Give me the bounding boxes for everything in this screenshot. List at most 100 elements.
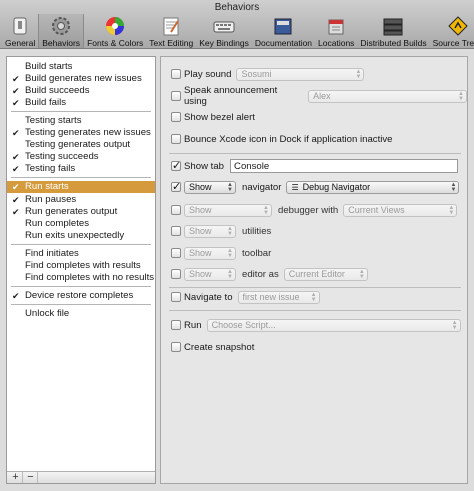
separator: [11, 304, 151, 305]
utilities-checkbox[interactable]: [171, 226, 181, 236]
utilities-show-popup[interactable]: Show ▲ ▼: [184, 224, 236, 238]
navigator-checkbox[interactable]: [171, 180, 181, 193]
tab-text-editing[interactable]: Text Editing: [146, 14, 196, 48]
list-item-unlock-file[interactable]: Unlock file: [7, 308, 155, 320]
remove-button[interactable]: −: [24, 472, 38, 483]
tab-documentation[interactable]: Documentation: [252, 14, 315, 48]
list-item-build-fails[interactable]: ✔ Build fails: [7, 97, 155, 109]
list-item-build-starts[interactable]: Build starts: [7, 61, 155, 73]
list-item-label: Device restore completes: [25, 290, 134, 301]
navigate-to-label: Navigate to: [184, 291, 233, 303]
play-sound-checkbox[interactable]: [171, 69, 181, 79]
debugger-checkbox[interactable]: [171, 205, 181, 215]
editor-popup[interactable]: Current Editor ▲ ▼: [283, 267, 368, 281]
list-item-testing-generates-output[interactable]: Testing generates output: [7, 139, 155, 151]
gear-icon: [50, 15, 72, 37]
debugger-row: Show ▲ ▼ debugger with Current Views ▲ ▼: [171, 203, 458, 217]
tab-name-value: Console: [234, 160, 270, 172]
voice-popup-value: Alex: [313, 91, 331, 101]
navigate-to-value: first new issue: [242, 292, 300, 302]
list-item-testing-fails[interactable]: ✔ Testing fails: [7, 163, 155, 175]
run-script-checkbox[interactable]: [171, 320, 181, 330]
list-item-find-completes-with-results[interactable]: Find completes with results: [7, 260, 155, 272]
tab-source-trees[interactable]: Source Trees: [430, 14, 474, 48]
navigate-to-checkbox[interactable]: [171, 292, 181, 302]
create-snapshot-label: Create snapshot: [184, 341, 255, 353]
popup-arrows-icon: ▲ ▼: [227, 225, 233, 237]
popup-arrows-icon: ▲ ▼: [355, 68, 362, 80]
list-item-device-restore-completes[interactable]: ✔ Device restore completes: [7, 290, 155, 302]
popup-arrows-icon: ▲ ▼: [227, 247, 233, 259]
list-item-build-succeeds[interactable]: ✔ Build succeeds: [7, 85, 155, 97]
checkmark-icon: ✔: [12, 291, 20, 301]
voice-popup[interactable]: Alex ▲ ▼: [308, 89, 467, 103]
list-item-testing-starts[interactable]: Testing starts: [7, 115, 155, 127]
bounce-icon-row: Bounce Xcode icon in Dock if application…: [171, 132, 393, 146]
editor-show-popup[interactable]: Show ▲ ▼: [184, 267, 236, 281]
create-snapshot-checkbox[interactable]: [171, 342, 181, 352]
show-tab-label: Show tab: [184, 160, 225, 172]
tab-key-bindings-label: Key Bindings: [199, 38, 249, 48]
editor-checkbox[interactable]: [171, 269, 181, 279]
list-item-run-completes[interactable]: Run completes: [7, 218, 155, 230]
separator: [11, 177, 151, 178]
debugger-views-popup[interactable]: Current Views ▲ ▼: [343, 203, 458, 217]
editor-row: Show ▲ ▼ editor as Current Editor ▲ ▼: [171, 267, 368, 281]
switch-icon: [9, 15, 31, 37]
checkmark-icon: ✔: [12, 207, 20, 217]
list-item-run-exits-unexpectedly[interactable]: Run exits unexpectedly: [7, 230, 155, 242]
navigator-label: navigator: [242, 181, 282, 193]
list-item-label: Find completes with results: [25, 260, 141, 271]
show-popup-value: Show: [189, 205, 212, 215]
checkmark-icon: ✔: [12, 74, 20, 84]
debugger-show-popup[interactable]: Show ▲ ▼: [184, 203, 272, 217]
separator: [11, 111, 151, 112]
toolbar-show-popup[interactable]: Show ▲ ▼: [184, 246, 236, 260]
sound-popup-value: Sosumi: [241, 69, 272, 79]
divider: [169, 153, 461, 154]
sound-popup[interactable]: Sosumi ▲ ▼: [236, 67, 365, 81]
list-item-run-pauses[interactable]: ✔ Run pauses: [7, 194, 155, 206]
navigate-to-popup[interactable]: first new issue ▲ ▼: [237, 290, 320, 304]
list-item-label: Find completes with no results: [25, 272, 155, 283]
debugger-views-value: Current Views: [348, 205, 405, 215]
tab-name-field[interactable]: Console: [230, 159, 459, 173]
tab-behaviors[interactable]: Behaviors: [38, 14, 85, 48]
list-item-find-initiates[interactable]: Find initiates: [7, 248, 155, 260]
list-item-label: Testing generates output: [25, 139, 131, 150]
navigator-popup[interactable]: ☰ Debug Navigator ▲ ▼: [286, 180, 460, 194]
checkmark-icon: ✔: [12, 182, 20, 192]
run-label: Run: [184, 319, 202, 331]
list-item-label: Build starts: [25, 61, 73, 72]
list-item-build-generates-new-issues[interactable]: ✔ Build generates new issues: [7, 73, 155, 85]
toolbar-checkbox[interactable]: [171, 248, 181, 258]
show-tab-checkbox[interactable]: [171, 159, 181, 172]
tab-key-bindings[interactable]: Key Bindings: [196, 14, 252, 48]
list-item-label: Build generates new issues: [25, 73, 142, 84]
navigator-show-popup[interactable]: Show ▲ ▼: [184, 180, 236, 194]
list-item-testing-generates-new-issues[interactable]: ✔ Testing generates new issues: [7, 127, 155, 139]
tab-distributed-builds[interactable]: Distributed Builds: [357, 14, 429, 48]
speak-announcement-checkbox[interactable]: [171, 91, 181, 101]
color-wheel-icon: [104, 15, 126, 37]
show-popup-value: Show: [189, 269, 212, 279]
list-item-run-starts[interactable]: ✔ Run starts: [7, 181, 155, 193]
show-bezel-checkbox[interactable]: [171, 112, 181, 122]
behavior-options-pane: Play sound Sosumi ▲ ▼ Speak announcement …: [160, 56, 468, 484]
list-item-run-generates-output[interactable]: ✔ Run generates output: [7, 206, 155, 218]
tab-fonts-colors[interactable]: Fonts & Colors: [84, 14, 146, 48]
tab-text-editing-label: Text Editing: [149, 38, 194, 48]
bounce-icon-label: Bounce Xcode icon in Dock if application…: [184, 133, 393, 145]
list-item-testing-succeeds[interactable]: ✔ Testing succeeds: [7, 151, 155, 163]
preferences-toolbar: General Behaviors Fonts & Colors Text Ed…: [2, 14, 474, 48]
add-button[interactable]: +: [9, 472, 23, 483]
list-item-label: Build fails: [25, 97, 67, 108]
tab-source-trees-label: Source Trees: [432, 38, 474, 48]
create-snapshot-row: Create snapshot: [171, 340, 254, 354]
tab-general[interactable]: General: [2, 14, 38, 48]
list-item-find-completes-with-no-results[interactable]: Find completes with no results: [7, 272, 155, 284]
tab-locations[interactable]: Locations: [315, 14, 357, 48]
popup-arrows-icon: ▲ ▼: [450, 181, 457, 193]
run-script-popup[interactable]: Choose Script... ▲ ▼: [206, 318, 461, 332]
bounce-icon-checkbox[interactable]: [171, 134, 181, 144]
